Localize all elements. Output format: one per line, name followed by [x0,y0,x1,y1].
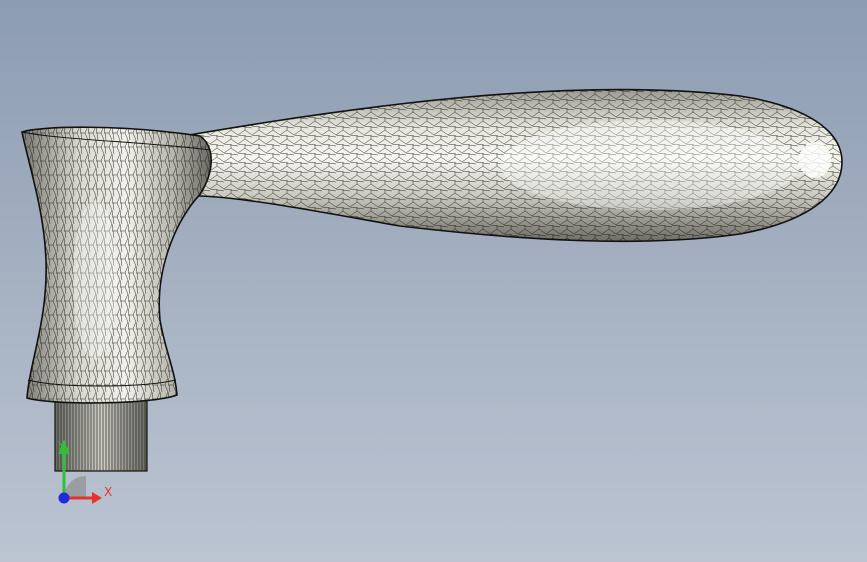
x-axis-arrowhead [92,492,102,504]
handle-grip[interactable] [149,80,850,260]
graphics-viewport[interactable]: Y X [0,0,867,562]
handle-model[interactable] [0,0,867,562]
coordinate-triad: Y X [57,439,112,504]
hub-body[interactable] [20,120,220,410]
x-axis-label: X [104,485,112,499]
z-axis-dot [58,492,70,504]
y-axis-label: Y [57,439,66,453]
